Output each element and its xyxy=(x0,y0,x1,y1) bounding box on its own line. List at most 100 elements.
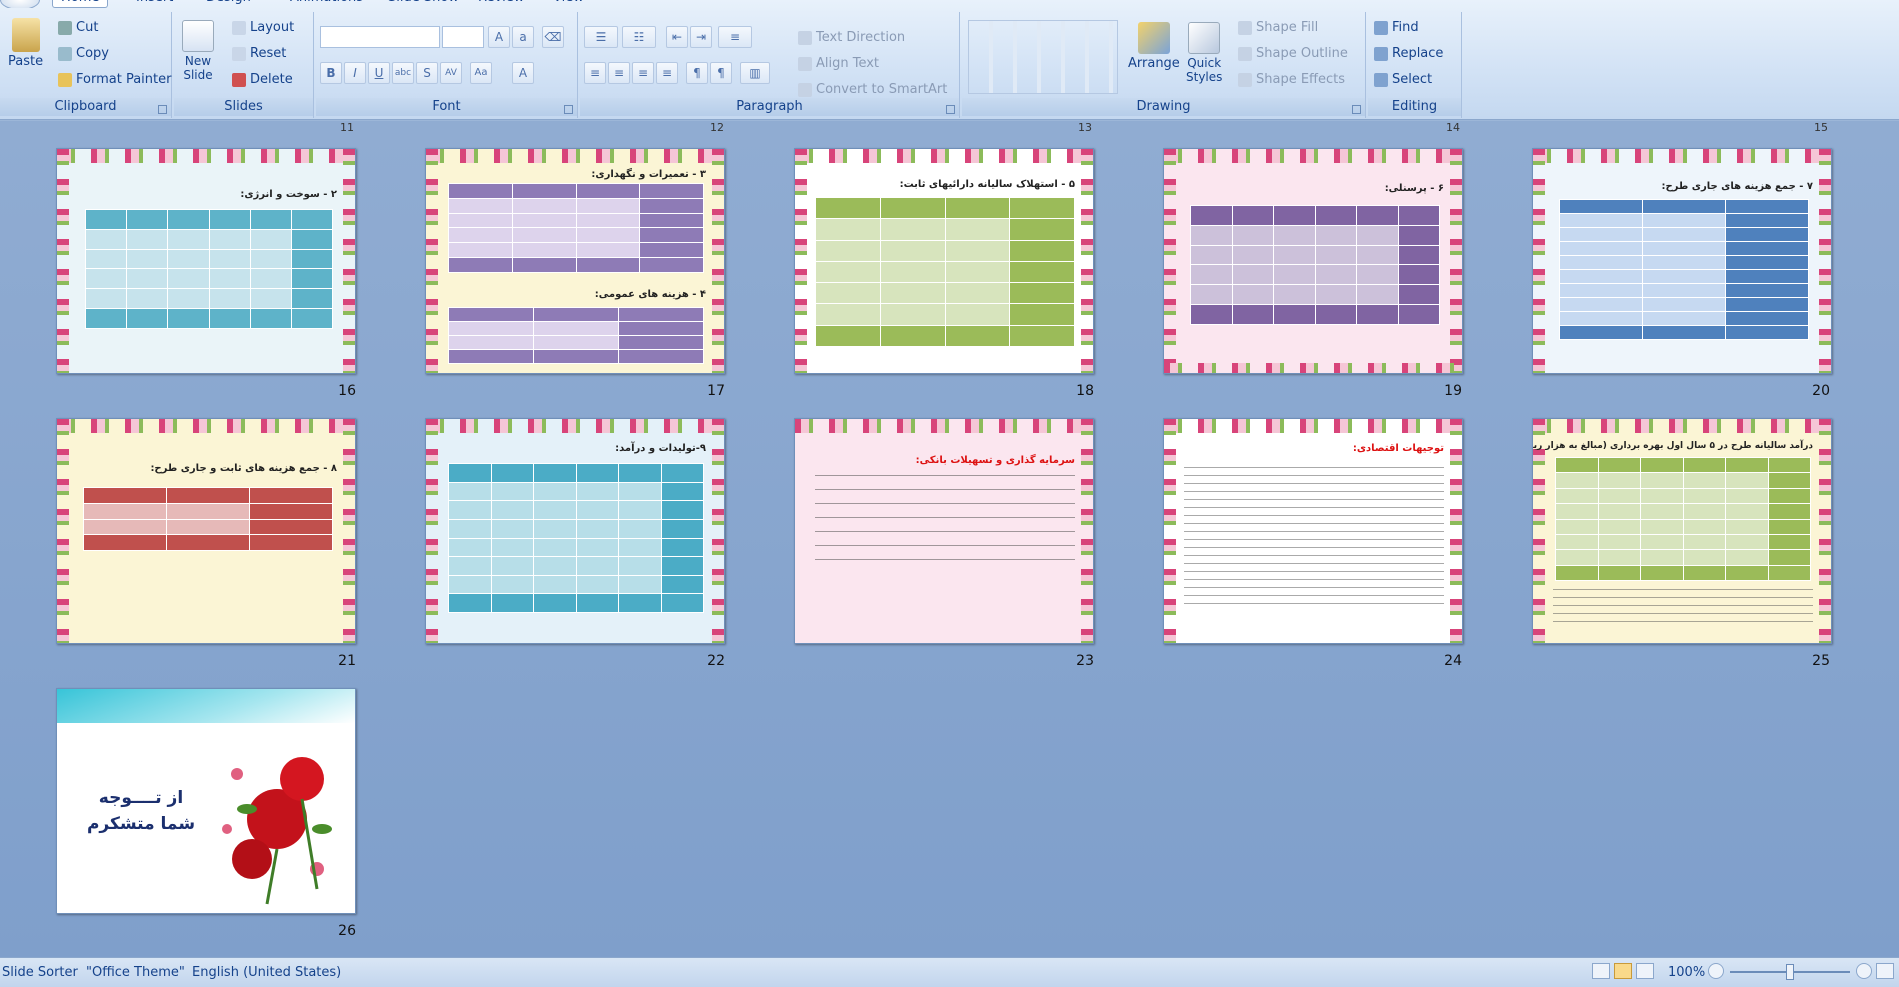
slide-number: 18 xyxy=(1076,383,1094,399)
layout-button[interactable]: Layout xyxy=(232,20,294,35)
dialog-launcher-icon[interactable] xyxy=(158,105,167,114)
strikethrough-button[interactable]: abc xyxy=(392,62,414,84)
slide-show-view-button[interactable] xyxy=(1636,963,1654,979)
font-size-field[interactable] xyxy=(442,26,484,48)
slide-thumbnail[interactable]: ۵ - استهلاک سالیانه دارائیهای ثابت: xyxy=(794,148,1094,374)
justify-button[interactable]: ≡ xyxy=(656,62,678,84)
table-cell xyxy=(84,288,128,310)
bold-button[interactable]: B xyxy=(320,62,342,84)
flower-border xyxy=(1450,419,1462,643)
office-button[interactable] xyxy=(0,0,40,8)
tab-slide-show[interactable]: Slide Show xyxy=(380,0,467,8)
shape-fill-button[interactable]: Shape Fill xyxy=(1238,20,1318,35)
tab-view[interactable]: View xyxy=(545,0,592,8)
table-cell xyxy=(1725,227,1809,242)
font-name-field[interactable] xyxy=(320,26,440,48)
slide-thumbnail[interactable]: ۳ - تعمیرات و نگهداری: ۴ - هزینه های عمو… xyxy=(425,148,725,374)
new-slide-button[interactable]: New Slide xyxy=(182,20,214,82)
select-button[interactable]: Select xyxy=(1374,72,1432,87)
table-cell xyxy=(1314,304,1357,325)
tab-home[interactable]: Home xyxy=(52,0,109,8)
table-cell xyxy=(575,183,641,199)
change-case-button[interactable]: Aa xyxy=(470,62,492,84)
paste-button[interactable]: Paste xyxy=(8,18,43,69)
find-button[interactable]: Find xyxy=(1374,20,1419,35)
slide-thumbnail[interactable]: سرمایه گذاری و تسهیلات بانکی: xyxy=(794,418,1094,644)
decrease-indent-button[interactable]: ⇤ xyxy=(666,26,688,48)
bullets-button[interactable]: ☰ xyxy=(584,26,618,48)
align-center-button[interactable]: ≡ xyxy=(608,62,630,84)
normal-view-button[interactable] xyxy=(1592,963,1610,979)
quick-styles-label-1: Quick xyxy=(1187,56,1222,70)
shape-outline-button[interactable]: Shape Outline xyxy=(1238,46,1348,61)
tab-insert[interactable]: Insert xyxy=(128,0,181,8)
align-text-button[interactable]: Align Text xyxy=(798,56,879,71)
shadow-button[interactable]: S xyxy=(416,62,438,84)
align-right-button[interactable]: ≡ xyxy=(632,62,654,84)
shrink-font-button[interactable]: a xyxy=(512,26,534,48)
table-cell xyxy=(249,248,292,270)
replace-button[interactable]: Replace xyxy=(1374,46,1443,61)
table-cell xyxy=(1356,304,1399,325)
reset-button[interactable]: Reset xyxy=(232,46,286,61)
tab-animations[interactable]: Animations xyxy=(282,0,371,8)
slide-thumbnail[interactable]: توجیهات اقتصادی: xyxy=(1163,418,1463,644)
shapes-gallery[interactable] xyxy=(968,20,1118,94)
slide-thumbnail[interactable]: ۲ - سوخت و انرژی: xyxy=(56,148,356,374)
quick-styles-button[interactable]: Quick Styles xyxy=(1186,22,1222,84)
zoom-level[interactable]: 100% xyxy=(1668,965,1705,980)
shape-fill-label: Shape Fill xyxy=(1256,20,1319,35)
line-spacing-button[interactable]: ≡ xyxy=(718,26,752,48)
columns-button[interactable]: ▥ xyxy=(740,62,770,84)
slide-sorter-view-button[interactable] xyxy=(1614,963,1632,979)
table-cell xyxy=(290,209,334,230)
tab-design[interactable]: Design xyxy=(198,0,259,8)
zoom-in-button[interactable] xyxy=(1856,963,1872,979)
slide-thumbnail[interactable]: ۹-تولیدات و درآمد: xyxy=(425,418,725,644)
table-cell xyxy=(1559,297,1643,312)
drawing-launcher-icon[interactable] xyxy=(1352,105,1361,114)
tab-review[interactable]: Review xyxy=(470,0,532,8)
italic-button[interactable]: I xyxy=(344,62,366,84)
shape-effects-button[interactable]: Shape Effects xyxy=(1238,72,1345,87)
align-left-button[interactable]: ≡ xyxy=(584,62,606,84)
table-cell xyxy=(126,209,169,230)
format-painter-button[interactable]: Format Painter xyxy=(58,72,171,87)
arrange-button[interactable]: Arrange xyxy=(1128,22,1180,71)
ltr-button[interactable]: ¶ xyxy=(710,62,732,84)
text-direction-button[interactable]: Text Direction xyxy=(798,30,905,45)
cut-button[interactable]: Cut xyxy=(58,20,98,35)
rtl-button[interactable]: ¶ xyxy=(686,62,708,84)
grow-font-button[interactable]: A xyxy=(488,26,510,48)
font-launcher-icon[interactable] xyxy=(564,105,573,114)
zoom-slider-thumb[interactable] xyxy=(1786,964,1794,980)
increase-indent-button[interactable]: ⇥ xyxy=(690,26,712,48)
slide-thumbnail[interactable]: درآمد سالیانه طرح در ۵ سال اول بهره بردا… xyxy=(1532,418,1832,644)
font-color-button[interactable]: A xyxy=(512,62,534,84)
delete-button[interactable]: Delete xyxy=(232,72,293,87)
row-number: 12 xyxy=(710,121,724,134)
fit-to-window-button[interactable] xyxy=(1876,963,1894,979)
table-cell xyxy=(618,574,662,595)
underline-button[interactable]: U xyxy=(368,62,390,84)
convert-smartart-button[interactable]: Convert to SmartArt xyxy=(798,82,947,97)
slide-number: 26 xyxy=(338,923,356,939)
paragraph-launcher-icon[interactable] xyxy=(946,105,955,114)
clear-format-button[interactable]: ⌫ xyxy=(542,26,564,48)
spacing-button[interactable]: AV xyxy=(440,62,462,84)
copy-button[interactable]: Copy xyxy=(58,46,109,61)
paste-icon xyxy=(11,18,40,52)
table-cell xyxy=(167,288,210,310)
table-cell xyxy=(511,257,577,273)
numbering-button[interactable]: ☷ xyxy=(622,26,656,48)
slide-thumbnail[interactable]: ۷ - جمع هزینه های جاری طرح: xyxy=(1532,148,1832,374)
slide-thumbnail[interactable]: ۸ - جمع هزینه های ثابت و جاری طرح: xyxy=(56,418,356,644)
slide-sorter-view[interactable]: 11 12 13 14 15 ۲ - سوخت و انرژی: 16 ۳ - … xyxy=(0,121,1899,957)
zoom-out-button[interactable] xyxy=(1708,963,1724,979)
language-label[interactable]: English (United States) xyxy=(192,965,341,980)
slide-thumbnail[interactable]: ۶ - پرسنلی: xyxy=(1163,148,1463,374)
table-cell xyxy=(1009,324,1075,348)
table-cell xyxy=(815,239,881,262)
slide-thumbnail[interactable]: از تــــوجه شما متشکرم xyxy=(56,688,356,914)
table-cell xyxy=(618,321,704,336)
